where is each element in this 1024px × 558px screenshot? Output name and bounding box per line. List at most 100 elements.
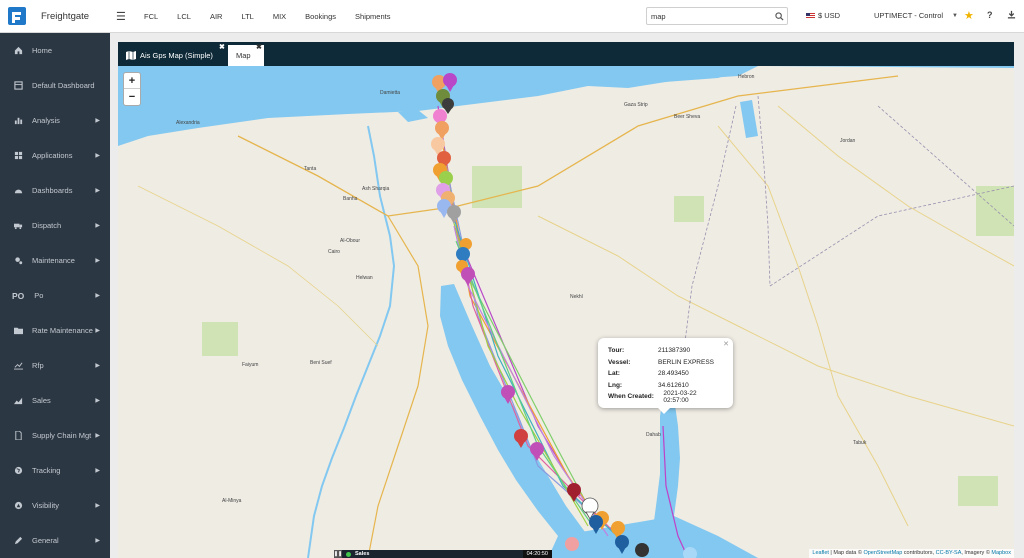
svg-text:Banha: Banha bbox=[343, 196, 358, 202]
sidebar-item-general[interactable]: General ▶ bbox=[0, 523, 110, 558]
chevron-right-icon: ▶ bbox=[95, 118, 100, 124]
tab-bar: Ais Gps Map (Simple) ✖ Map ✖ bbox=[118, 42, 1014, 66]
vessel-popup: ✕ Tour: 211387390 Vessel: BERLIN EXPRESS L… bbox=[598, 338, 733, 414]
sidebar-item-default-dashboard[interactable]: Default Dashboard bbox=[0, 68, 110, 103]
search-icon[interactable] bbox=[771, 8, 787, 24]
svg-text:Beni Suef: Beni Suef bbox=[310, 360, 332, 366]
nav-ltl[interactable]: LTL bbox=[241, 12, 253, 21]
map-icon bbox=[126, 51, 136, 60]
svg-text:Cairo: Cairo bbox=[328, 249, 340, 255]
sidebar-item-label: Home bbox=[32, 46, 53, 55]
sidebar-item-label: Dashboards bbox=[32, 186, 73, 195]
file-icon bbox=[12, 430, 24, 442]
osm-link[interactable]: OpenStreetMap bbox=[863, 550, 902, 556]
line-chart-icon bbox=[12, 360, 24, 372]
nav-air[interactable]: AIR bbox=[210, 12, 223, 21]
sidebar-item-home[interactable]: Home bbox=[0, 33, 110, 68]
nav-fcl[interactable]: FCL bbox=[144, 12, 158, 21]
chevron-down-icon: ▼ bbox=[952, 12, 958, 19]
currency-label: $ USD bbox=[818, 11, 841, 20]
menu-toggle-icon[interactable]: ☰ bbox=[116, 10, 136, 23]
sidebar-item-label: Default Dashboard bbox=[32, 81, 95, 90]
help-icon[interactable]: ? bbox=[987, 10, 993, 20]
chevron-right-icon: ▶ bbox=[95, 433, 100, 439]
edit-icon bbox=[12, 535, 24, 547]
chevron-right-icon: ▶ bbox=[95, 258, 100, 264]
search-input[interactable] bbox=[647, 11, 771, 21]
currency-selector[interactable]: $ USD bbox=[806, 11, 840, 20]
nav-mix[interactable]: MIX bbox=[273, 12, 286, 21]
content-area: Ais Gps Map (Simple) ✖ Map ✖ Damietta Al… bbox=[110, 33, 1024, 558]
svg-text:Al-Obour: Al-Obour bbox=[340, 238, 360, 244]
mapbox-link[interactable]: Mapbox bbox=[991, 550, 1011, 556]
sidebar-item-label: Dispatch bbox=[32, 221, 62, 230]
chevron-right-icon: ▶ bbox=[95, 328, 100, 334]
svg-text:Tanta: Tanta bbox=[304, 166, 316, 172]
svg-text:Beer Sheva: Beer Sheva bbox=[674, 114, 700, 120]
sidebar: Home Default Dashboard Analysis ▶ Applicatio… bbox=[0, 33, 110, 558]
sidebar-item-rate-maintenance[interactable]: Rate Maintenance ▶ bbox=[0, 313, 110, 348]
sidebar-item-po[interactable]: PO Po ▶ bbox=[0, 278, 110, 313]
grid-icon bbox=[12, 150, 24, 162]
sidebar-item-visibility[interactable]: Visibility ▶ bbox=[0, 488, 110, 523]
svg-text:Jordan: Jordan bbox=[840, 138, 856, 144]
sidebar-item-dispatch[interactable]: Dispatch ▶ bbox=[0, 208, 110, 243]
chevron-right-icon: ▶ bbox=[95, 363, 100, 369]
sidebar-item-label: Supply Chain Mgt bbox=[32, 431, 92, 440]
account-label: UPTIMECT - Control bbox=[874, 11, 944, 20]
status-bar: ❚❚ Sales 04:20:50 bbox=[334, 550, 552, 558]
sidebar-item-dashboards[interactable]: Dashboards ▶ bbox=[0, 173, 110, 208]
license-link[interactable]: CC-BY-SA bbox=[936, 550, 962, 556]
zoom-in-button[interactable]: + bbox=[124, 73, 140, 89]
sidebar-item-label: Sales bbox=[32, 396, 51, 405]
chevron-right-icon: ▶ bbox=[95, 538, 100, 544]
favorite-star-icon[interactable]: ★ bbox=[964, 9, 974, 22]
svg-text:Gaza Strip: Gaza Strip bbox=[624, 102, 648, 108]
top-nav: FCL LCL AIR LTL MIX Bookings Shipments bbox=[144, 12, 409, 21]
download-icon[interactable] bbox=[1007, 10, 1016, 21]
chevron-right-icon: ▶ bbox=[95, 503, 100, 509]
sidebar-item-label: Applications bbox=[32, 151, 73, 160]
search-box bbox=[646, 7, 788, 25]
svg-text:Alexandria: Alexandria bbox=[176, 120, 200, 126]
sidebar-item-label: Visibility bbox=[32, 501, 59, 510]
sidebar-item-applications[interactable]: Applications ▶ bbox=[0, 138, 110, 173]
chevron-right-icon: ▶ bbox=[95, 223, 100, 229]
map-view[interactable]: Damietta Alexandria Gaza Strip Hebron Be… bbox=[118, 66, 1014, 558]
popup-close-icon[interactable]: ✕ bbox=[723, 340, 729, 348]
sidebar-item-rfp[interactable]: Rfp ▶ bbox=[0, 348, 110, 383]
sidebar-item-label: Analysis bbox=[32, 116, 60, 125]
svg-text:Nekhl: Nekhl bbox=[570, 294, 583, 300]
svg-text:Faiyum: Faiyum bbox=[242, 362, 258, 368]
sidebar-item-supply-chain-mgt[interactable]: Supply Chain Mgt ▶ bbox=[0, 418, 110, 453]
sidebar-item-maintenance[interactable]: Maintenance ▶ bbox=[0, 243, 110, 278]
nav-shipments[interactable]: Shipments bbox=[355, 12, 390, 21]
account-selector[interactable]: UPTIMECT - Control ▼ bbox=[874, 11, 958, 20]
brand-name: Freightgate bbox=[41, 10, 90, 22]
sidebar-item-tracking[interactable]: Tracking ▶ bbox=[0, 453, 110, 488]
app-root: Freightgate ☰ FCL LCL AIR LTL MIX Bookin… bbox=[0, 0, 1024, 558]
svg-text:Tabuk: Tabuk bbox=[853, 440, 867, 446]
sidebar-item-label: General bbox=[32, 536, 59, 545]
svg-text:Dahab: Dahab bbox=[646, 432, 661, 438]
pause-icon[interactable]: ❚❚ bbox=[334, 550, 342, 558]
us-flag-icon bbox=[806, 12, 815, 19]
nav-lcl[interactable]: LCL bbox=[177, 12, 191, 21]
truck-icon bbox=[12, 220, 24, 232]
svg-text:Al-Minya: Al-Minya bbox=[222, 498, 242, 504]
sidebar-item-label: Po bbox=[34, 291, 44, 300]
gears-icon bbox=[12, 255, 24, 267]
tab-close-icon[interactable]: ✖ bbox=[219, 43, 225, 51]
brand[interactable]: Freightgate bbox=[0, 0, 110, 33]
popup-row-tour: Tour: 211387390 bbox=[608, 347, 691, 355]
zoom-out-button[interactable]: − bbox=[124, 89, 140, 105]
bar-chart-icon bbox=[12, 115, 24, 127]
map-attribution: Leaflet | Map data © OpenStreetMap contr… bbox=[809, 549, 1014, 558]
leaflet-link[interactable]: Leaflet bbox=[812, 550, 829, 556]
tab-ais-gps-map[interactable]: Ais Gps Map (Simple) bbox=[118, 45, 222, 66]
tab-close-icon[interactable]: ✖ bbox=[256, 43, 262, 51]
sidebar-item-label: Maintenance bbox=[32, 256, 75, 265]
nav-bookings[interactable]: Bookings bbox=[305, 12, 336, 21]
sidebar-item-analysis[interactable]: Analysis ▶ bbox=[0, 103, 110, 138]
sidebar-item-sales[interactable]: Sales ▶ bbox=[0, 383, 110, 418]
